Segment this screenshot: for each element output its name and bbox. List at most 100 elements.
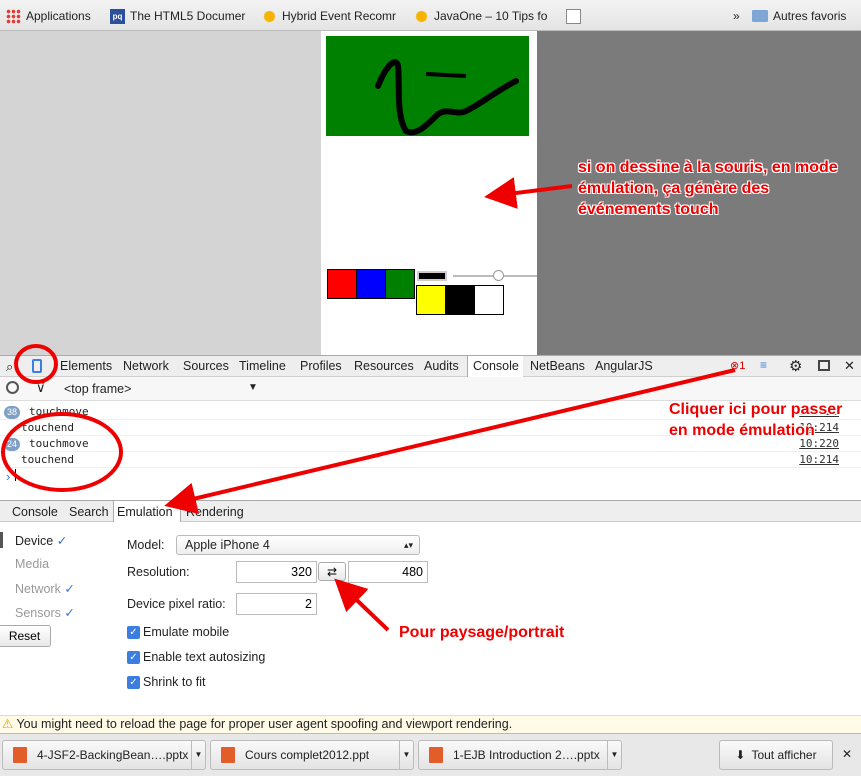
dock-icon[interactable] — [818, 360, 830, 371]
model-label: Model: — [127, 538, 165, 552]
clear-console-icon[interactable] — [6, 381, 19, 394]
checkbox-checked-icon: ✓ — [127, 625, 140, 639]
text-autosizing-checkbox[interactable]: ✓ Enable text autosizing — [127, 650, 265, 664]
repeat-count-badge: 24 — [4, 438, 21, 451]
puzzle-star-icon — [262, 8, 277, 24]
close-icon[interactable]: ✕ — [844, 358, 855, 374]
tab-console[interactable]: Console — [467, 356, 523, 377]
emulated-device-screen — [321, 31, 537, 355]
sidebar-item-network[interactable]: Network ✓ — [15, 581, 75, 596]
tab-timeline[interactable]: Timeline — [239, 359, 286, 373]
sidebar-item-media[interactable]: Media — [15, 557, 49, 571]
frame-selector[interactable]: <top frame> — [64, 382, 131, 396]
downloads-shelf: 4-JSF2-BackingBean….pptx ▼ Cours complet… — [0, 733, 861, 776]
annotation-orientation: Pour paysage/portrait — [399, 624, 565, 641]
tab-sources[interactable]: Sources — [183, 359, 229, 373]
pq-icon: pq — [110, 8, 125, 24]
log-message: touchend — [21, 453, 74, 466]
tab-profiles[interactable]: Profiles — [300, 359, 342, 373]
device-mode-icon[interactable] — [32, 359, 42, 373]
chevron-down-icon[interactable]: ▼ — [191, 741, 205, 769]
color-swatch-white[interactable] — [474, 285, 504, 315]
color-swatch-red[interactable] — [327, 269, 357, 299]
apps-grid-icon — [6, 8, 21, 24]
console-toolbar: ⊽ <top frame> ▼ — [0, 377, 861, 401]
annotation-emulation-hint: Cliquer ici pour passer en mode émulatio… — [669, 401, 843, 439]
download-item[interactable]: 1-EJB Introduction 2….pptx ▼ — [418, 740, 622, 770]
checkbox-checked-icon: ✓ — [127, 650, 140, 664]
dpr-label: Device pixel ratio: — [127, 597, 226, 611]
reset-button[interactable]: Reset — [0, 625, 51, 647]
dpr-input[interactable] — [236, 593, 317, 615]
bookmark-applications[interactable]: Applications — [6, 7, 106, 25]
checkmark-icon: ✓ — [64, 606, 75, 620]
resolution-label: Resolution: — [127, 565, 190, 579]
tab-angularjs[interactable]: AngularJS — [595, 359, 653, 373]
annotation-mouse-touch: si on dessine à la souris, en mode émula… — [578, 159, 838, 218]
puzzle-star-icon — [414, 8, 429, 24]
devtools-tab-bar: ⌕ Elements Network Sources Timeline Prof… — [0, 355, 861, 377]
resolution-width-input[interactable] — [236, 561, 317, 583]
document-icon — [566, 8, 581, 24]
sidebar-item-device[interactable]: Device ✓ — [15, 533, 67, 548]
drawer-tab-console[interactable]: Console — [12, 505, 58, 519]
resolution-height-input[interactable] — [348, 561, 428, 583]
repeat-count-badge: 38 — [4, 406, 21, 419]
emulate-mobile-checkbox[interactable]: ✓ Emulate mobile — [127, 625, 229, 639]
chevron-down-icon[interactable]: ▼ — [399, 741, 413, 769]
tab-network[interactable]: Network — [123, 359, 169, 373]
bookmark-hybrid-event[interactable]: Hybrid Event Recomr — [262, 7, 402, 25]
folder-icon — [752, 10, 768, 22]
color-swatch-blue[interactable] — [356, 269, 386, 299]
active-indicator — [0, 532, 3, 548]
download-item[interactable]: Cours complet2012.ppt ▼ — [210, 740, 414, 770]
emulation-panel: Device ✓ Media Network ✓ Sensors ✓ Reset… — [0, 522, 861, 715]
swap-dimensions-button[interactable]: ⇄ — [318, 562, 346, 581]
powerpoint-file-icon — [13, 747, 27, 763]
bookmark-html5-document[interactable]: pq The HTML5 Documer — [110, 7, 250, 25]
drawing-canvas[interactable] — [326, 36, 529, 136]
chevron-down-icon[interactable]: ▼ — [248, 382, 258, 393]
emulation-sidebar: Device ✓ Media Network ✓ Sensors ✓ Reset — [0, 522, 108, 715]
drawer-tab-emulation[interactable]: Emulation — [117, 505, 173, 519]
search-icon[interactable]: ⌕ — [6, 359, 13, 375]
error-icon: ⊗ — [730, 360, 740, 372]
warning-icon: ⚠ — [2, 717, 14, 731]
tab-netbeans[interactable]: NetBeans — [530, 359, 585, 373]
log-message: touchend — [21, 421, 74, 434]
model-select[interactable]: Apple iPhone 4 ▴▾ — [176, 535, 420, 555]
bookmark-folder-autres-favoris[interactable]: Autres favoris — [752, 7, 857, 25]
download-item[interactable]: 4-JSF2-BackingBean….pptx ▼ — [2, 740, 206, 770]
filter-icon[interactable]: ⊽ — [36, 380, 46, 396]
sidebar-item-sensors[interactable]: Sensors ✓ — [15, 605, 75, 620]
color-swatch-black[interactable] — [445, 285, 475, 315]
console-prompt[interactable]: › — [6, 469, 17, 484]
log-message: touchmove — [29, 405, 89, 418]
bookmark-document[interactable] — [566, 7, 586, 25]
chevron-down-icon[interactable]: ▼ — [607, 741, 621, 769]
console-drawer-icon[interactable]: ≡ — [760, 358, 767, 372]
log-source-link[interactable]: 10:214 — [799, 453, 839, 466]
drawer-tab-rendering[interactable]: Rendering — [186, 505, 244, 519]
close-icon[interactable]: ✕ — [842, 747, 852, 761]
gear-icon[interactable]: ⚙ — [789, 357, 802, 375]
download-arrow-icon: ⬇ — [735, 748, 746, 762]
checkmark-icon: ✓ — [64, 582, 75, 596]
error-count-badge[interactable]: ⊗1 — [730, 359, 745, 372]
color-swatch-yellow[interactable] — [416, 285, 446, 315]
select-arrows-icon: ▴▾ — [403, 540, 413, 550]
drawer-tab-search[interactable]: Search — [69, 505, 109, 519]
warning-bar: ⚠ You might need to reload the page for … — [0, 715, 861, 733]
bookmark-javaone-tips[interactable]: JavaOne – 10 Tips fo — [414, 7, 554, 25]
shrink-to-fit-checkbox[interactable]: ✓ Shrink to fit — [127, 675, 206, 689]
checkmark-icon: ✓ — [56, 534, 68, 548]
tab-audits[interactable]: Audits — [424, 359, 459, 373]
tab-elements[interactable]: Elements — [60, 359, 112, 373]
line-width-slider-thumb[interactable] — [493, 270, 504, 281]
bookmarks-overflow-button[interactable]: » — [733, 7, 747, 25]
tab-resources[interactable]: Resources — [354, 359, 414, 373]
bookmarks-bar: Applications pq The HTML5 Documer Hybrid… — [0, 0, 861, 31]
checkbox-checked-icon: ✓ — [127, 675, 140, 689]
show-all-downloads-button[interactable]: ⬇ Tout afficher — [719, 740, 833, 770]
color-swatch-green[interactable] — [385, 269, 415, 299]
